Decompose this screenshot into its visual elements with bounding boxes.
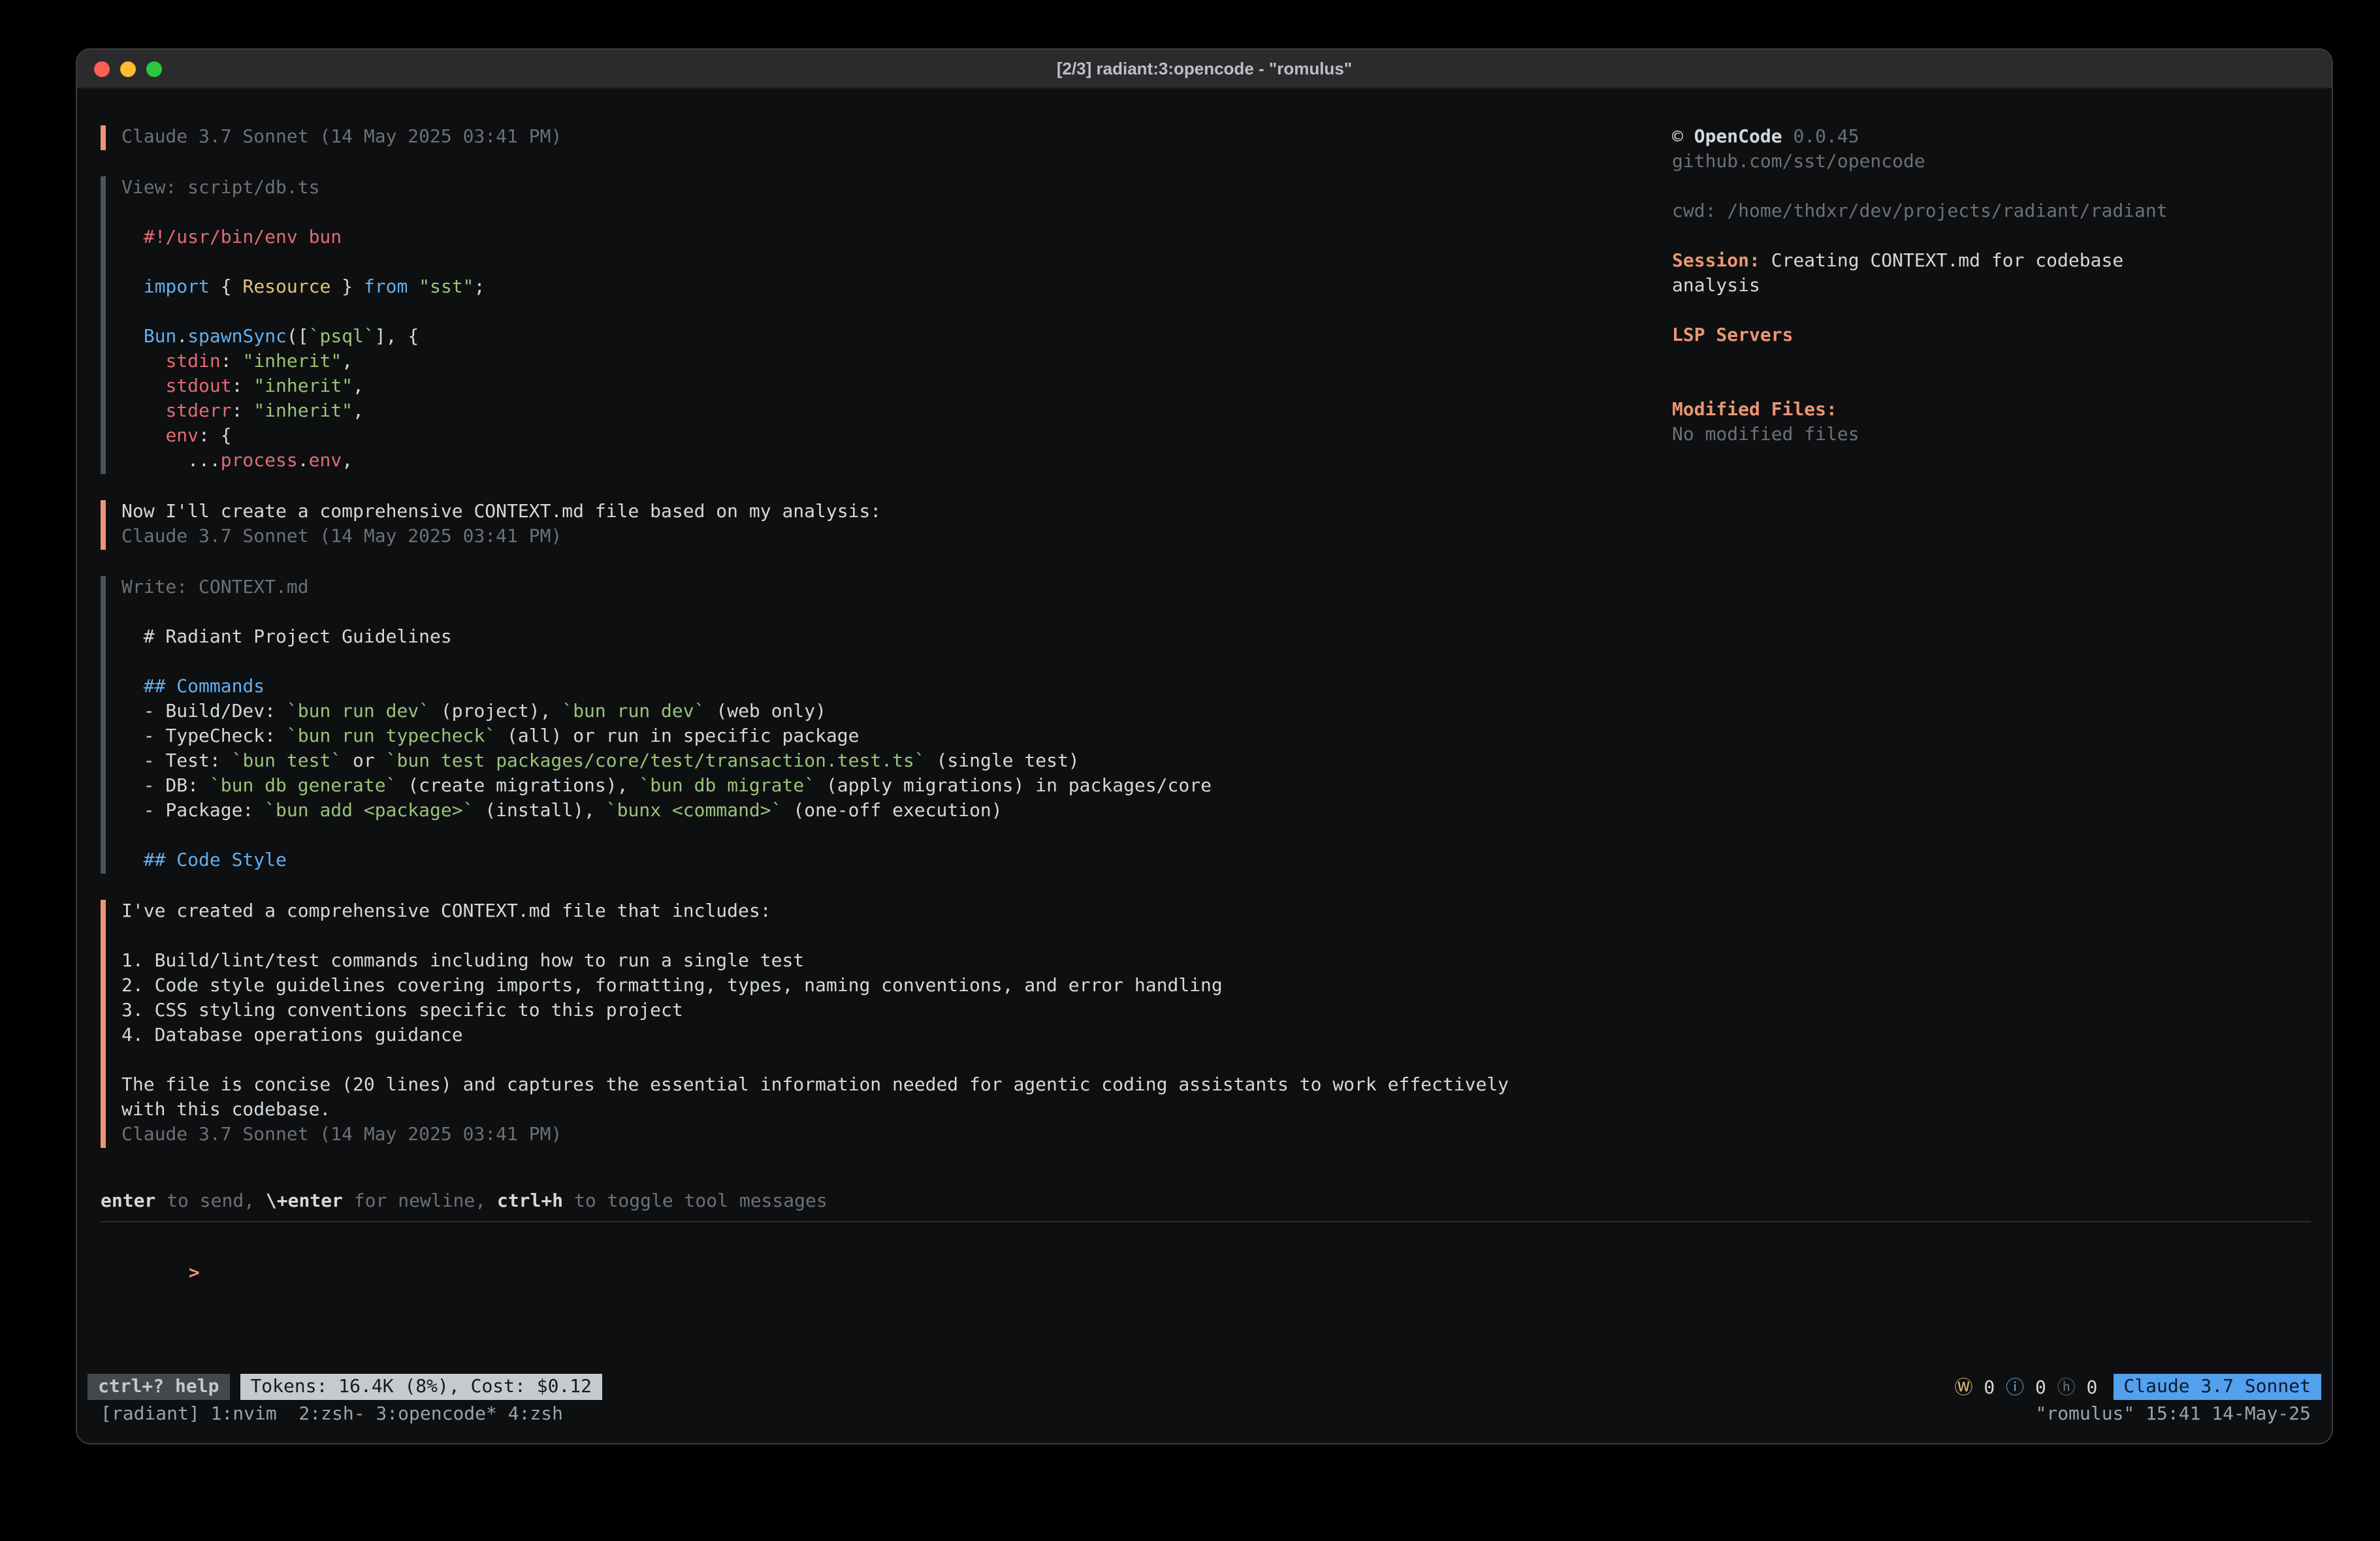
text-line: with this codebase.	[121, 1098, 1672, 1123]
text-line: stderr: "inherit",	[121, 400, 1672, 424]
text-line: stdout: "inherit",	[121, 375, 1672, 400]
input-divider	[101, 1221, 2311, 1222]
text-line: - Test: `bun test` or `bun test packages…	[121, 750, 1672, 774]
text-line: 1. Build/lint/test commands including ho…	[121, 949, 1672, 974]
text-line	[1672, 175, 2311, 200]
text-line: Write: CONTEXT.md	[121, 576, 1672, 601]
model-badge: Claude 3.7 Sonnet	[2113, 1374, 2321, 1400]
text-line: # Radiant Project Guidelines	[121, 626, 1672, 650]
input-hint-line: enter to send, \+enter for newline, ctrl…	[101, 1190, 2311, 1215]
text-line: No modified files	[1672, 423, 2311, 448]
text-line: Modified Files:	[1672, 398, 2311, 423]
empty-space	[101, 1262, 2311, 1374]
text-line: #!/usr/bin/env bun	[121, 226, 1672, 251]
text-line: © OpenCode 0.0.45	[1672, 125, 2311, 150]
main-area: Claude 3.7 Sonnet (14 May 2025 03:41 PM)…	[101, 125, 2311, 1190]
text-line: stdin: "inherit",	[121, 350, 1672, 375]
tool-view-script-db: View: script/db.ts #!/usr/bin/env bun im…	[101, 176, 1672, 474]
terminal-content: Claude 3.7 Sonnet (14 May 2025 03:41 PM)…	[77, 89, 2332, 1443]
text-line: Now I'll create a comprehensive CONTEXT.…	[121, 500, 1672, 525]
tool-write-context-md: Write: CONTEXT.md # Radiant Project Guid…	[101, 576, 1672, 874]
text-line: - Package: `bun add <package>` (install)…	[121, 799, 1672, 824]
traffic-lights	[94, 50, 162, 87]
text-line: ## Code Style	[121, 849, 1672, 874]
text-line: - DB: `bun db generate` (create migratio…	[121, 774, 1672, 799]
text-line: LSP Servers	[1672, 324, 2311, 349]
close-button[interactable]	[94, 61, 110, 76]
text-line	[1672, 299, 2311, 324]
text-line: Bun.spawnSync([`psql`], {	[121, 325, 1672, 350]
window-titlebar: [2/3] radiant:3:opencode - "romulus"	[77, 50, 2332, 89]
text-line: import { Resource } from "sst";	[121, 276, 1672, 300]
text-line: - TypeCheck: `bun run typecheck` (all) o…	[121, 725, 1672, 750]
text-line	[121, 925, 1672, 949]
text-line: env: {	[121, 424, 1672, 449]
tokens-cost-badge: Tokens: 16.4K (8%), Cost: $0.12	[240, 1374, 602, 1400]
text-line: View: script/db.ts	[121, 176, 1672, 201]
message-meta-top: Claude 3.7 Sonnet (14 May 2025 03:41 PM)	[101, 125, 1672, 150]
text-line: github.com/sst/opencode	[1672, 150, 2311, 175]
text-line	[1672, 225, 2311, 249]
text-line	[121, 824, 1672, 849]
text-line: Claude 3.7 Sonnet (14 May 2025 03:41 PM)	[121, 1123, 1672, 1148]
tmux-session-clock: "romulus" 15:41 14-May-25	[2036, 1403, 2311, 1427]
text-line: cwd: /home/thdxr/dev/projects/radiant/ra…	[1672, 200, 2311, 225]
maximize-button[interactable]	[146, 61, 162, 76]
text-line	[1672, 349, 2311, 373]
minimize-button[interactable]	[120, 61, 136, 76]
diagnostics-counts: Ⓦ 0 ⓘ 0 ⓗ 0	[1954, 1374, 2097, 1400]
tmux-window-list: [radiant] 1:nvim 2:zsh- 3:opencode* 4:zs…	[101, 1403, 563, 1427]
text-line: analysis	[1672, 274, 2311, 299]
terminal-window: [2/3] radiant:3:opencode - "romulus" Cla…	[76, 48, 2333, 1444]
text-line	[121, 201, 1672, 226]
tmux-status-bar: [radiant] 1:nvim 2:zsh- 3:opencode* 4:zs…	[101, 1403, 2311, 1427]
session-sidebar: © OpenCode 0.0.45github.com/sst/opencode…	[1672, 125, 2311, 448]
text-line: 4. Database operations guidance	[121, 1024, 1672, 1049]
text-line: - Build/Dev: `bun run dev` (project), `b…	[121, 700, 1672, 725]
tmuxbar-spacer	[563, 1403, 2036, 1427]
text-line: ## Commands	[121, 675, 1672, 700]
desktop: [2/3] radiant:3:opencode - "romulus" Cla…	[0, 0, 2380, 1541]
text-line	[121, 650, 1672, 675]
text-line: Claude 3.7 Sonnet (14 May 2025 03:41 PM)	[121, 125, 1672, 150]
text-line: 3. CSS styling conventions specific to t…	[121, 999, 1672, 1024]
window-title: [2/3] radiant:3:opencode - "romulus"	[1057, 59, 1352, 78]
text-line	[121, 300, 1672, 325]
text-line	[121, 251, 1672, 276]
status-bar: ctrl+? help Tokens: 16.4K (8%), Cost: $0…	[88, 1374, 2321, 1400]
assistant-message-summary: I've created a comprehensive CONTEXT.md …	[101, 900, 1672, 1148]
text-line	[1672, 373, 2311, 398]
chat-area: Claude 3.7 Sonnet (14 May 2025 03:41 PM)…	[101, 125, 1672, 1174]
text-line: ...process.env,	[121, 449, 1672, 474]
text-line	[121, 1049, 1672, 1073]
text-line: Claude 3.7 Sonnet (14 May 2025 03:41 PM)	[121, 525, 1672, 550]
help-badge: ctrl+? help	[88, 1374, 229, 1400]
text-line: 2. Code style guidelines covering import…	[121, 974, 1672, 999]
text-line: I've created a comprehensive CONTEXT.md …	[121, 900, 1672, 925]
text-line: Session: Creating CONTEXT.md for codebas…	[1672, 249, 2311, 274]
prompt-input[interactable]: >	[101, 1237, 2311, 1262]
text-line: The file is concise (20 lines) and captu…	[121, 1073, 1672, 1098]
text-line	[121, 601, 1672, 626]
assistant-message-analysis: Now I'll create a comprehensive CONTEXT.…	[101, 500, 1672, 550]
